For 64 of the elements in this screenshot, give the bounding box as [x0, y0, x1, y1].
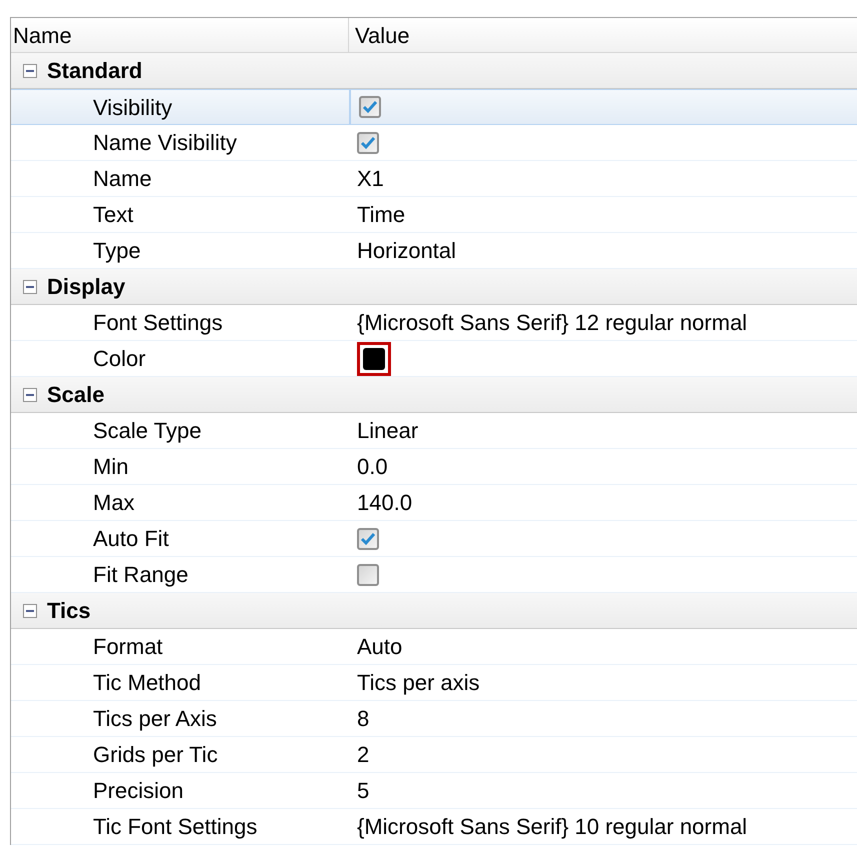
property-value: 5	[357, 777, 370, 805]
property-name: Fit Range	[93, 561, 188, 589]
property-name: Tic Method	[93, 669, 202, 697]
column-header[interactable]: Name	[11, 18, 349, 52]
checkmark-icon	[360, 532, 376, 546]
property-row[interactable]: Tic Method Tics per axis	[11, 665, 857, 701]
property-value: {Microsoft Sans Serif} 10 regular normal	[357, 813, 748, 841]
property-name: Text	[93, 201, 134, 229]
property-value: Horizontal	[357, 237, 456, 265]
property-row[interactable]: Max 140.0	[11, 485, 857, 521]
property-value: 140.0	[357, 489, 412, 517]
property-name: Grids per Tic	[93, 741, 218, 769]
checkbox[interactable]	[359, 96, 381, 118]
checkbox[interactable]	[357, 564, 379, 586]
property-name: Min	[93, 453, 128, 481]
property-row[interactable]: Name X1	[11, 161, 857, 197]
property-value: Time	[357, 201, 406, 229]
property-name: Visibility	[93, 94, 172, 122]
collapse-icon[interactable]	[23, 64, 37, 78]
property-name: Tics per Axis	[93, 705, 217, 733]
property-row[interactable]: Text Time	[11, 197, 857, 233]
property-row[interactable]: Grids per Tic 2	[11, 737, 857, 773]
property-name: Name Visibility	[93, 129, 237, 157]
category-label: Standard	[47, 57, 142, 85]
property-value: X1	[357, 165, 384, 193]
property-name: Max	[93, 489, 135, 517]
property-row[interactable]: Precision 5	[11, 773, 857, 809]
category-label: Scale	[47, 381, 104, 409]
property-row[interactable]: Format Auto	[11, 629, 857, 665]
column-header[interactable]: Value	[349, 18, 857, 52]
property-row[interactable]: Min 0.0	[11, 449, 857, 485]
property-name: Font Settings	[93, 309, 223, 337]
property-row[interactable]: Tics per Axis 8	[11, 701, 857, 737]
property-row[interactable]: Visibility	[11, 89, 857, 125]
collapse-icon[interactable]	[23, 604, 37, 618]
property-value: {Microsoft Sans Serif} 12 regular normal	[357, 309, 748, 337]
property-row[interactable]: Name Visibility	[11, 125, 857, 161]
property-name: Tic Font Settings	[93, 813, 258, 841]
property-row[interactable]: Auto Fit	[11, 521, 857, 557]
property-name: Type	[93, 237, 141, 265]
property-name: Scale Type	[93, 417, 202, 445]
checkmark-icon	[362, 100, 378, 114]
collapse-icon[interactable]	[23, 388, 37, 402]
property-row[interactable]: Tic Font Settings {Microsoft Sans Serif} 10 regular normal	[11, 809, 857, 845]
checkmark-icon	[360, 136, 376, 150]
property-name: Precision	[93, 777, 184, 805]
property-value: Linear	[357, 417, 418, 445]
property-value: 8	[357, 705, 370, 733]
category-label: Tics	[47, 597, 91, 625]
property-value: Tics per axis	[357, 669, 480, 697]
property-value: 2	[357, 741, 370, 769]
color-swatch[interactable]	[363, 348, 385, 370]
property-row[interactable]: Scale Type Linear	[11, 413, 857, 449]
property-value: Auto	[357, 633, 402, 661]
property-name: Format	[93, 633, 163, 661]
checkbox[interactable]	[357, 528, 379, 550]
property-name: Color	[93, 345, 146, 373]
property-row[interactable]: Font Settings {Microsoft Sans Serif} 12 regular normal	[11, 305, 857, 341]
category-label: Display	[47, 273, 126, 301]
checkbox[interactable]	[357, 132, 379, 154]
property-name: Auto Fit	[93, 525, 169, 553]
property-name: Name	[93, 165, 152, 193]
property-value: 0.0	[357, 453, 388, 481]
collapse-icon[interactable]	[23, 280, 37, 294]
